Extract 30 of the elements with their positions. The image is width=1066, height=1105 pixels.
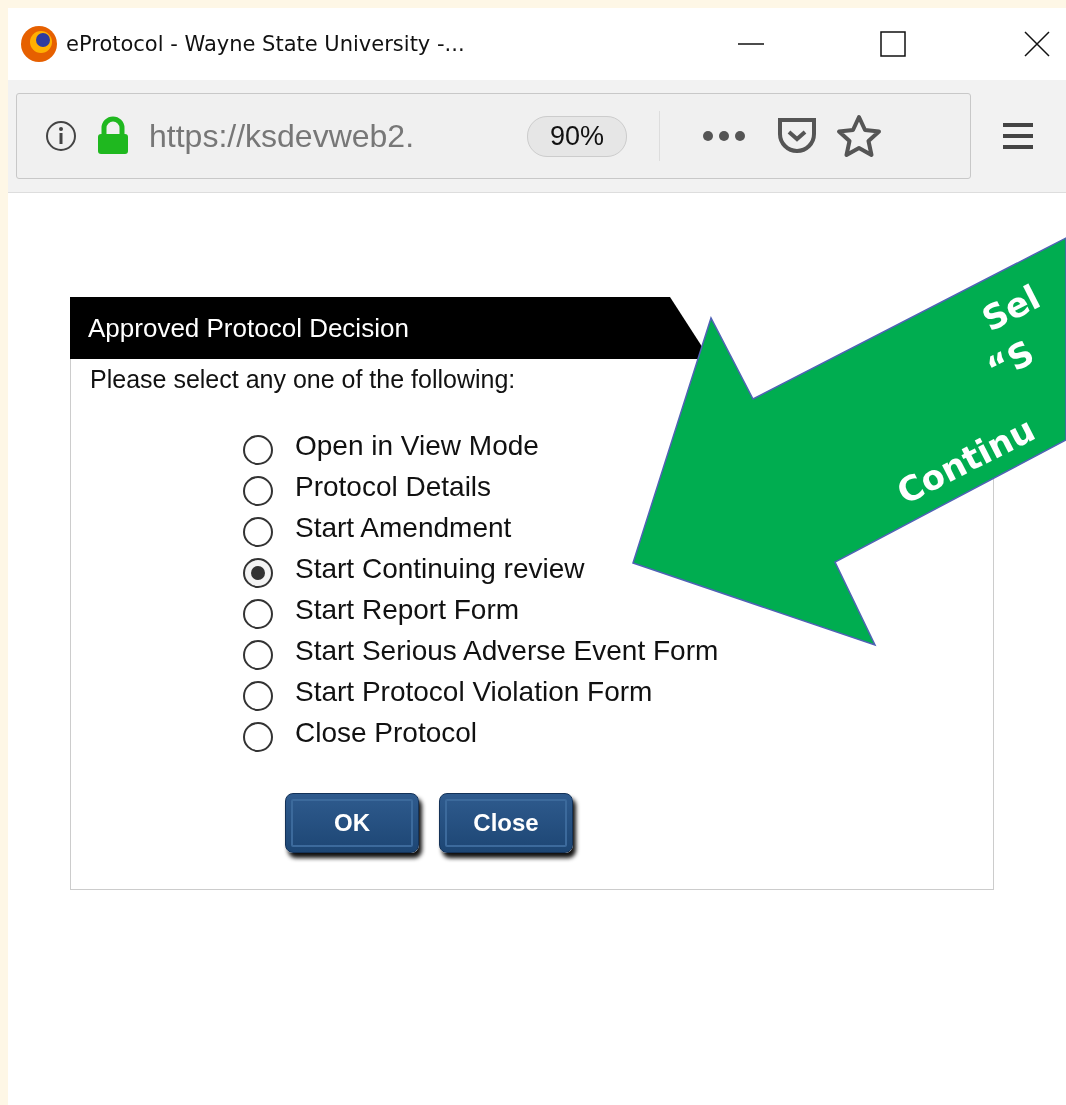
zoom-level[interactable]: 90% <box>527 115 628 157</box>
radio-button[interactable] <box>243 558 273 588</box>
ok-button[interactable]: OK <box>285 793 419 853</box>
more-icon[interactable] <box>702 130 747 142</box>
window-title: eProtocol - Wayne State University -... <box>66 32 466 56</box>
option-label[interactable]: Start Protocol Violation Form <box>295 676 653 708</box>
dialog-prompt: Please select any one of the following: <box>90 365 517 394</box>
radio-button[interactable] <box>243 640 273 670</box>
option-label[interactable]: Start Serious Adverse Event Form <box>295 635 719 667</box>
option-label[interactable]: Close Protocol <box>295 717 478 749</box>
star-icon[interactable] <box>836 114 883 158</box>
radio-button[interactable] <box>243 517 273 547</box>
option-label[interactable]: Start Report Form <box>295 594 520 626</box>
radio-button[interactable] <box>243 476 273 506</box>
option-label[interactable]: Protocol Details <box>295 471 492 503</box>
close-icon[interactable] <box>1023 30 1051 58</box>
maximize-icon[interactable] <box>879 30 907 58</box>
radio-button[interactable] <box>243 599 273 629</box>
close-button[interactable]: Close <box>439 793 573 853</box>
radio-button[interactable] <box>243 681 273 711</box>
option-label[interactable]: Open in View Mode <box>295 430 539 462</box>
radio-button[interactable] <box>243 435 273 465</box>
option-label[interactable]: Start Amendment <box>295 512 512 544</box>
url-text[interactable]: https://ksdevweb2. <box>149 117 509 155</box>
pocket-icon[interactable] <box>776 116 819 156</box>
info-icon[interactable] <box>45 120 77 152</box>
option-label[interactable]: Start Continuing review <box>295 553 585 585</box>
radio-button[interactable] <box>243 722 273 752</box>
browser-logo-icon <box>20 25 58 63</box>
menu-icon[interactable] <box>1001 121 1035 151</box>
